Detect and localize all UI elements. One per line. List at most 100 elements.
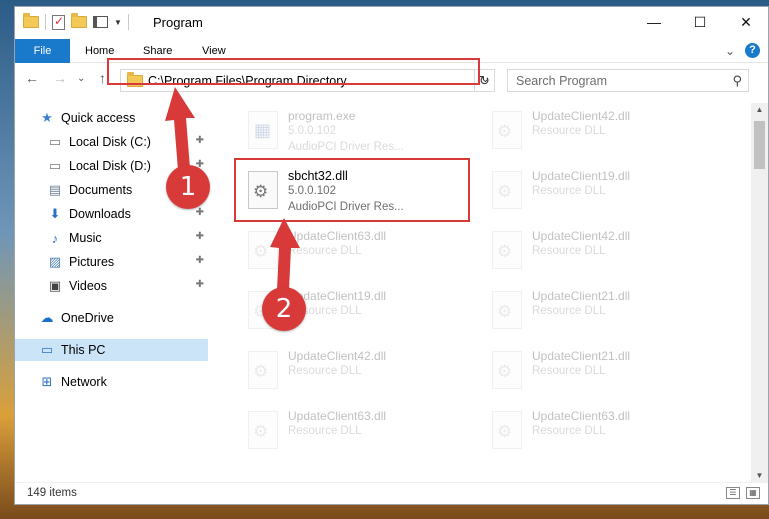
search-input[interactable] (516, 71, 726, 91)
drive-icon: ▭ (48, 158, 62, 173)
file-tile[interactable]: UpdateClient21.dll Resource DLL (484, 347, 716, 405)
file-description: Resource DLL (532, 125, 606, 137)
view-icon[interactable] (93, 16, 108, 28)
file-description: Resource DLL (532, 245, 606, 257)
step-2-callout: 2 (262, 287, 306, 331)
close-button[interactable]: ✕ (723, 7, 769, 37)
file-name: UpdateClient21.dll (532, 289, 631, 303)
file-description: Resource DLL (532, 425, 606, 437)
new-folder-icon[interactable] (71, 13, 87, 28)
file-name: UpdateClient19.dll (532, 169, 631, 183)
pin-icon[interactable]: ✚ (196, 279, 204, 290)
dll-file-icon (492, 351, 522, 389)
large-icons-view-icon[interactable]: ▦ (746, 487, 760, 499)
view-switcher: ☰ ▦ (726, 487, 760, 499)
file-tile[interactable]: UpdateClient63.dll Resource DLL (240, 407, 472, 465)
pin-icon[interactable]: ✚ (196, 255, 204, 266)
sidebar-item-label: Local Disk (C:) (69, 135, 151, 149)
dll-file-icon (248, 231, 278, 269)
dll-file-icon (492, 111, 522, 149)
file-tile[interactable]: UpdateClient42.dll Resource DLL (240, 347, 472, 405)
sidebar-item-label: Pictures (69, 255, 115, 269)
sidebar-item-music[interactable]: ♪ Music ✚ (15, 227, 208, 249)
help-icon[interactable]: ? (745, 43, 760, 58)
sidebar-item-label: Music (69, 231, 102, 245)
dll-file-icon (248, 411, 278, 449)
download-icon: ⬇ (49, 206, 61, 221)
up-arrow-icon[interactable]: ↑ (99, 70, 106, 86)
dll-file-icon (492, 411, 522, 449)
scroll-up-arrow-icon[interactable]: ▲ (751, 103, 768, 117)
file-tile[interactable]: UpdateClient42.dll Resource DLL (484, 107, 716, 165)
file-tile[interactable]: UpdateClient19.dll Resource DLL (484, 167, 716, 225)
scroll-down-arrow-icon[interactable]: ▼ (751, 469, 768, 483)
sidebar-item-label: This PC (61, 343, 106, 357)
recent-locations-chevron-icon[interactable]: ⌄ (77, 73, 85, 84)
sidebar-item-label: OneDrive (61, 311, 114, 325)
documents-icon: ▤ (48, 182, 62, 197)
step-1-callout: 1 (166, 165, 210, 209)
pin-icon[interactable]: ✚ (196, 135, 204, 146)
file-tile-program-exe[interactable]: program.exe 5.0.0.102 AudioPCI Driver Re… (240, 107, 472, 165)
sidebar-item-videos[interactable]: ▣ Videos ✚ (15, 275, 208, 297)
properties-icon[interactable] (52, 14, 65, 30)
sidebar-item-quick-access[interactable]: ★ Quick access (15, 107, 208, 129)
file-name: program.exe (288, 109, 356, 123)
cloud-icon: ☁ (40, 310, 54, 325)
sidebar-item-onedrive[interactable]: ☁ OneDrive (15, 307, 208, 329)
network-icon: ⊞ (41, 374, 53, 389)
details-view-icon[interactable]: ☰ (726, 487, 740, 499)
sidebar-item-label: Network (61, 375, 107, 389)
sidebar-item-label: Documents (69, 183, 133, 197)
search-box[interactable]: ⚲ (507, 69, 749, 92)
executable-icon (248, 111, 278, 149)
file-description: Resource DLL (288, 425, 362, 437)
title-bar: ▼ Program — ☐ ✕ (15, 7, 768, 37)
sidebar-item-this-pc[interactable]: ▭ This PC (15, 339, 208, 361)
file-description: Resource DLL (532, 185, 606, 197)
status-bar: 149 items ☰ ▦ (15, 482, 768, 504)
computer-icon: ▭ (40, 342, 54, 357)
music-icon: ♪ (51, 230, 59, 246)
sidebar-item-network[interactable]: ⊞ Network (15, 371, 208, 393)
minimize-button[interactable]: — (631, 7, 677, 37)
file-tile[interactable]: UpdateClient63.dll Resource DLL (240, 227, 472, 285)
file-name: UpdateClient63.dll (532, 409, 631, 423)
maximize-button[interactable]: ☐ (677, 7, 723, 37)
pictures-icon: ▨ (48, 254, 62, 269)
pin-icon[interactable]: ✚ (196, 231, 204, 242)
forward-arrow-icon[interactable]: → (53, 70, 67, 86)
sidebar-item-local-disk-c[interactable]: ▭ Local Disk (C:) ✚ (15, 131, 208, 153)
folder-icon (23, 13, 39, 28)
toolbar-divider (127, 14, 129, 30)
sidebar-item-pictures[interactable]: ▨ Pictures ✚ (15, 251, 208, 273)
navigation-pane: ★ Quick access ▭ Local Disk (C:) ✚ ▭ Loc… (15, 103, 210, 483)
pin-icon[interactable]: ✚ (196, 207, 204, 218)
item-count: 149 items (27, 487, 77, 499)
file-name: UpdateClient42.dll (288, 349, 387, 363)
videos-icon: ▣ (48, 278, 62, 293)
customize-toolbar-chevron-icon[interactable]: ▼ (114, 18, 122, 27)
star-icon: ★ (41, 110, 53, 125)
ribbon-help-area: ⌄ ? (725, 43, 760, 58)
file-name: UpdateClient63.dll (288, 229, 387, 243)
file-description: Resource DLL (532, 305, 606, 317)
file-name: UpdateClient63.dll (288, 409, 387, 423)
scrollbar-thumb[interactable] (754, 121, 765, 169)
search-icon[interactable]: ⚲ (732, 73, 742, 89)
file-version: 5.0.0.102 (288, 125, 336, 137)
toolbar-divider (45, 14, 46, 30)
file-description: Resource DLL (288, 245, 362, 257)
vertical-scrollbar[interactable]: ▲ ▼ (751, 103, 768, 483)
tab-file[interactable]: File (15, 39, 70, 63)
file-description: Resource DLL (532, 365, 606, 377)
file-tile[interactable]: UpdateClient63.dll Resource DLL (484, 407, 716, 465)
file-tile[interactable]: UpdateClient42.dll Resource DLL (484, 227, 716, 285)
sidebar-item-label: Downloads (69, 207, 131, 221)
expand-ribbon-chevron-icon[interactable]: ⌄ (725, 44, 735, 58)
file-tile[interactable]: UpdateClient21.dll Resource DLL (484, 287, 716, 345)
drive-icon: ▭ (48, 134, 62, 149)
sidebar-item-label: Videos (69, 279, 107, 293)
dll-file-icon (492, 231, 522, 269)
back-arrow-icon[interactable]: ← (25, 70, 39, 86)
